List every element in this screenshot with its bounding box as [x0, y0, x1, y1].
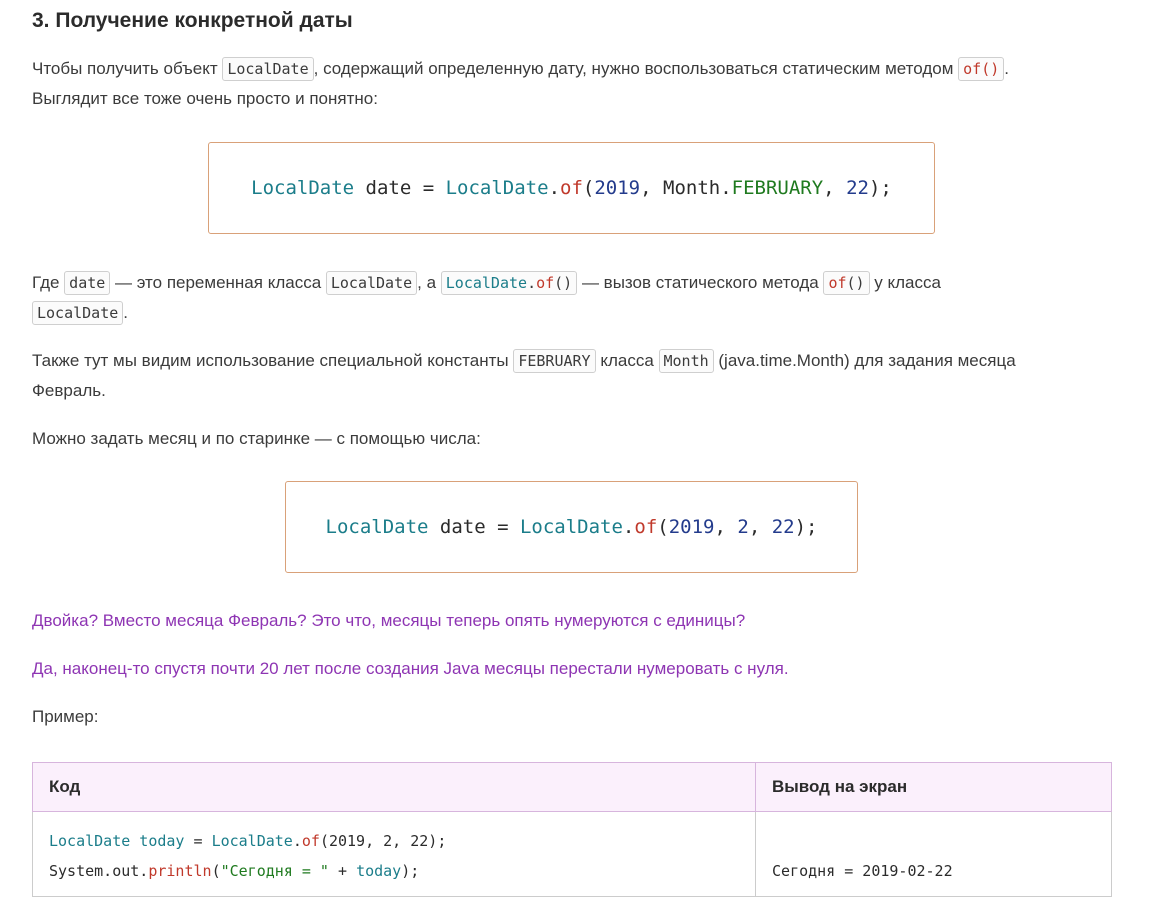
numeric-month-paragraph: Можно задать месяц и по старинке — с пом…	[32, 429, 481, 448]
code-parens: ()	[846, 274, 865, 292]
intro-text: .	[1004, 59, 1009, 78]
code-month: 2	[737, 516, 749, 538]
code-type: LocalDate	[49, 832, 131, 850]
inline-code-of: of()	[958, 57, 1005, 81]
code-args: (2019, 2, 22);	[319, 832, 447, 850]
inline-code-localdate: LocalDate	[32, 301, 124, 325]
explanation-text: , а	[417, 273, 441, 292]
code-type: LocalDate	[325, 516, 429, 538]
code-day: 22	[846, 177, 869, 199]
inline-code-localdate: LocalDate	[222, 57, 314, 81]
code-class-ref: LocalDate	[445, 274, 528, 292]
section-heading: 3. Получение конкретной даты	[32, 9, 353, 32]
code-day: 22	[771, 516, 795, 538]
intro-text: Чтобы получить объект	[32, 59, 223, 78]
explanation-text: Где	[32, 273, 65, 292]
code-block-numeric: LocalDate date = LocalDate. of(2019, 2, 2…	[285, 481, 858, 573]
inline-code-month: Month	[658, 349, 714, 373]
explanation-text: — вызов статического метода	[577, 273, 824, 292]
constant-text: (java.time.Month) для задания месяца	[713, 351, 1016, 370]
code-parens: ()	[554, 274, 573, 292]
constant-paragraph: Также тут мы видим использование специал…	[32, 346, 1016, 376]
code-dot: .	[548, 177, 561, 199]
question-paragraph: Двойка? Вместо месяца Февраль? Это что, …	[32, 611, 746, 630]
inline-code-february: FEBRUARY	[513, 349, 596, 373]
code-eq: =	[184, 832, 212, 850]
code-string: "Сегодня = "	[220, 862, 329, 880]
intro-paragraph-line-2: Выглядит все тоже очень просто и понятно…	[32, 89, 378, 108]
code-method: of	[634, 516, 658, 538]
code-line-2: System.out.println("Сегодня = " + today)…	[49, 856, 739, 886]
code-paren: (	[211, 862, 221, 880]
constant-text: Также тут мы видим использование специал…	[32, 351, 514, 370]
example-label: Пример:	[32, 707, 99, 726]
method-name: of()	[963, 60, 1000, 78]
code-var: today	[356, 862, 402, 880]
code-month-class: Month.	[663, 177, 732, 199]
code-sep: ,	[714, 516, 738, 538]
code-line-1: LocalDate today = LocalDate.of(2019, 2, …	[49, 826, 739, 856]
code-year: 2019	[668, 516, 715, 538]
code-close: );	[868, 177, 892, 199]
table-row: LocalDate today = LocalDate.of(2019, 2, …	[32, 811, 1112, 897]
constant-paragraph-line-2: Февраль.	[32, 381, 106, 400]
inline-code-of: of()	[823, 271, 870, 295]
header-output: Вывод на экран	[755, 762, 1112, 812]
output-cell: Сегодня = 2019-02-22	[755, 811, 1112, 897]
code-method: of	[828, 274, 847, 292]
code-paren: (	[657, 516, 669, 538]
header-code: Код	[32, 762, 756, 812]
code-var: date =	[428, 516, 520, 538]
code-type: LocalDate	[251, 177, 355, 199]
code-dot: .	[622, 516, 635, 538]
code-sep: ,	[748, 516, 772, 538]
code-close: );	[794, 516, 818, 538]
example-table: Код Вывод на экран LocalDate today = Loc…	[32, 762, 1112, 897]
code-var: today	[130, 832, 185, 850]
code-class-ref: LocalDate	[445, 177, 549, 199]
code-sep: ,	[823, 177, 847, 199]
code-prefix: System.out.	[49, 862, 149, 880]
code-paren: (	[582, 177, 595, 199]
table-header-row: Код Вывод на экран	[32, 762, 1112, 812]
code-class-ref: LocalDate	[211, 832, 293, 850]
code-method: of	[560, 177, 583, 199]
code-year: 2019	[594, 177, 641, 199]
code-method: of	[301, 832, 320, 850]
explanation-paragraph-line-2: LocalDate.	[32, 298, 128, 328]
explanation-text: у класса	[869, 273, 941, 292]
code-block-february: LocalDate date = LocalDate. of(2019, Mont…	[208, 142, 935, 234]
code-month-const: FEBRUARY	[731, 177, 824, 199]
code-cell: LocalDate today = LocalDate.of(2019, 2, …	[32, 811, 756, 897]
code-plus: +	[328, 862, 357, 880]
code-var: date =	[354, 177, 446, 199]
code-method: of	[536, 274, 555, 292]
explanation-text: — это переменная класса	[110, 273, 326, 292]
explanation-paragraph: Где date — это переменная класса LocalDa…	[32, 268, 941, 298]
inline-code-localdate: LocalDate	[325, 271, 418, 295]
inline-code-localdate-of: LocalDate.of()	[440, 271, 578, 295]
answer-paragraph: Да, наконец-то спустя почти 20 лет после…	[32, 659, 789, 678]
code-method: println	[148, 862, 212, 880]
explanation-text: .	[123, 303, 129, 322]
intro-text: , содержащий определенную дату, нужно во…	[313, 59, 959, 78]
constant-text: класса	[595, 351, 659, 370]
code-dot: .	[292, 832, 302, 850]
code-dot: .	[527, 274, 537, 292]
intro-paragraph: Чтобы получить объект LocalDate, содержа…	[32, 54, 1009, 84]
code-sep: ,	[640, 177, 664, 199]
inline-code-date: date	[64, 271, 111, 295]
code-close: );	[401, 862, 420, 880]
code-class-ref: LocalDate	[519, 516, 623, 538]
output-text: Сегодня = 2019-02-22	[772, 862, 953, 880]
